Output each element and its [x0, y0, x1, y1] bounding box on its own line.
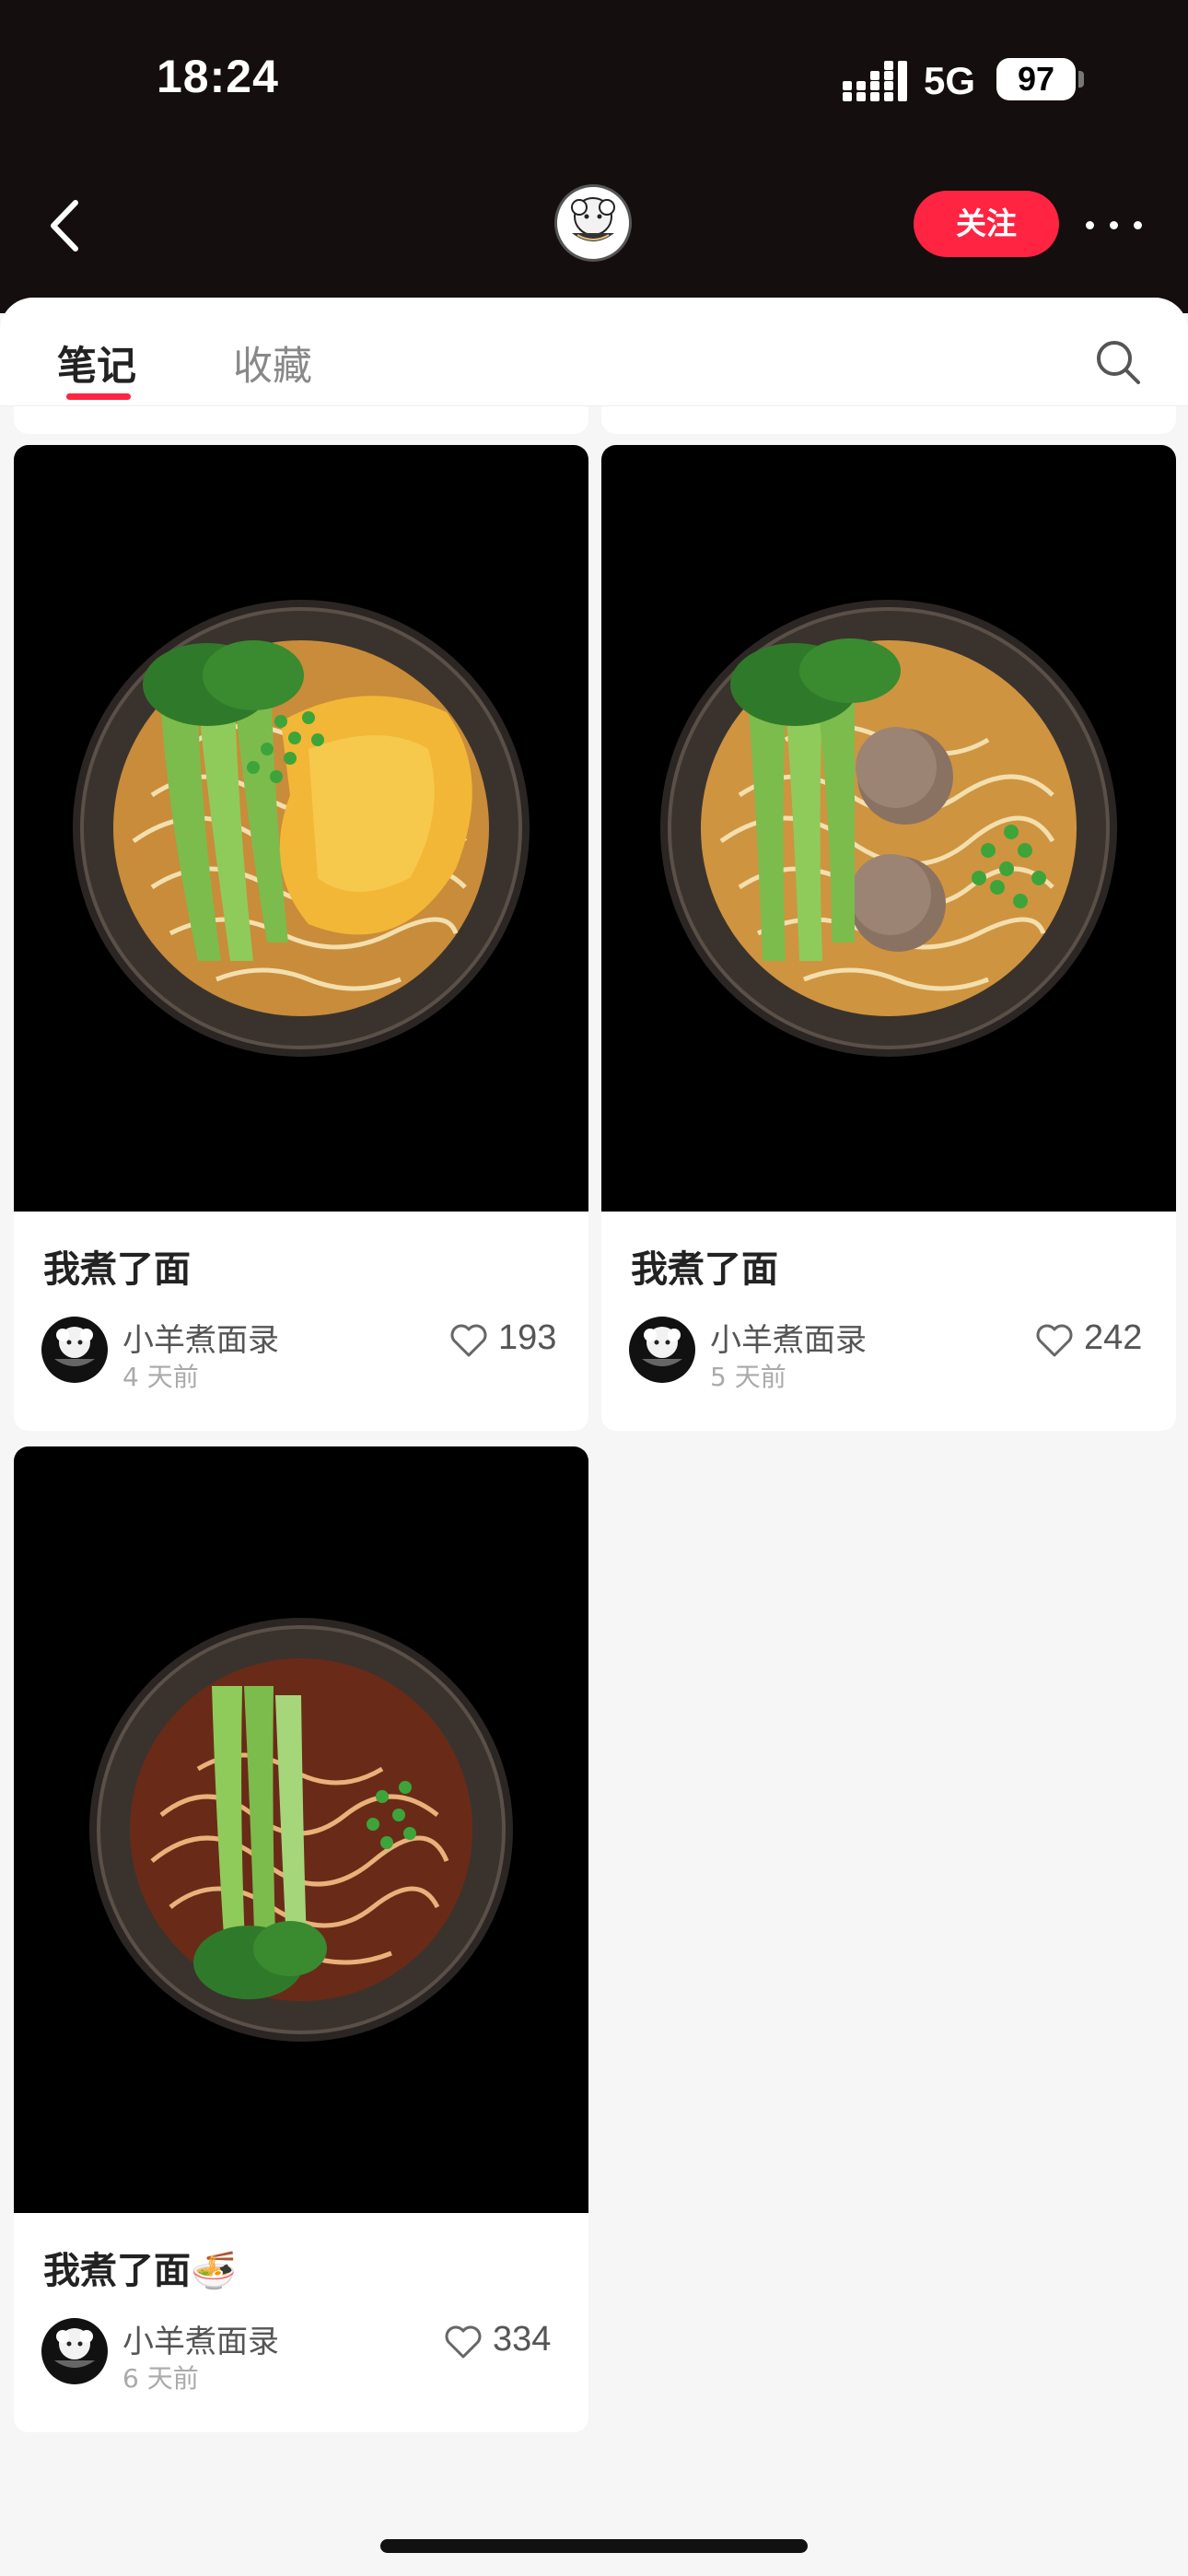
heart-icon[interactable] [1034, 1320, 1075, 1361]
post-time: 5 天前 [710, 1362, 786, 1392]
author-name[interactable]: 小羊煮面录 [122, 2316, 279, 2361]
note-title-text: 我煮了面 [43, 2250, 191, 2292]
search-icon[interactable] [1092, 336, 1144, 388]
noodle-emoji-icon: 🍜 [191, 2250, 237, 2292]
noodle-bowl-egg-image [73, 600, 530, 1057]
tab-bar: 笔记 收藏 [0, 298, 1188, 406]
follow-button[interactable]: 关注 [914, 191, 1059, 257]
battery-indicator: 97 [996, 58, 1076, 100]
author-name[interactable]: 小羊煮面录 [710, 1315, 867, 1360]
heart-icon[interactable] [448, 1320, 489, 1361]
sheep-avatar-icon [54, 2328, 95, 2368]
noodle-bowl-soy-broth-image [89, 1618, 513, 2042]
tab-notes[interactable]: 笔记 [57, 334, 136, 392]
profile-page: 18:24 5G 97 关注 笔记 收藏 我煮了面 小羊煮面录 4 天前 193… [0, 0, 1188, 2576]
note-cover-image [14, 445, 588, 1212]
back-button[interactable] [41, 193, 88, 258]
note-card[interactable]: 我煮了面 小羊煮面录 5 天前 242 [601, 445, 1176, 1431]
signal-icon [843, 61, 907, 101]
post-time: 4 天前 [122, 1362, 199, 1392]
profile-avatar[interactable] [554, 184, 632, 262]
author-avatar[interactable] [629, 1317, 695, 1383]
note-card[interactable]: 我煮了面 小羊煮面录 4 天前 193 [14, 445, 588, 1431]
battery-tip [1078, 71, 1084, 88]
like-count: 334 [493, 2320, 552, 2359]
more-dot [1134, 221, 1142, 229]
sheep-avatar-icon [54, 1327, 95, 1366]
note-card[interactable]: 我煮了面🍜 小羊煮面录 6 天前 334 [14, 1446, 588, 2432]
noodle-bowl-meatballs-image [660, 600, 1117, 1057]
note-cover-image [14, 1446, 588, 2213]
note-cover-image [601, 445, 1176, 1212]
home-indicator[interactable] [380, 2539, 808, 2553]
sheep-avatar-icon [642, 1327, 682, 1366]
note-title: 我煮了面 [631, 1248, 778, 1291]
note-title: 我煮了面 [43, 1248, 191, 1291]
more-options-button[interactable] [1082, 205, 1147, 245]
author-avatar[interactable] [41, 2318, 108, 2384]
more-dot [1086, 221, 1094, 229]
status-time: 18:24 [157, 51, 279, 102]
card-stub [601, 406, 1176, 434]
like-count: 242 [1084, 1318, 1143, 1357]
sheep-avatar-icon [571, 197, 615, 241]
like-count: 193 [498, 1318, 557, 1357]
profile-header: 18:24 5G 97 关注 [0, 0, 1188, 313]
author-name[interactable]: 小羊煮面录 [122, 1315, 279, 1360]
active-tab-indicator [66, 393, 131, 400]
tab-collections[interactable]: 收藏 [233, 334, 312, 392]
author-avatar[interactable] [41, 1317, 108, 1383]
card-stub [14, 406, 588, 434]
heart-icon[interactable] [443, 2322, 483, 2362]
post-time: 6 天前 [122, 2363, 199, 2394]
note-title: 我煮了面🍜 [43, 2241, 237, 2294]
network-type: 5G [924, 59, 976, 102]
more-dot [1110, 221, 1118, 229]
